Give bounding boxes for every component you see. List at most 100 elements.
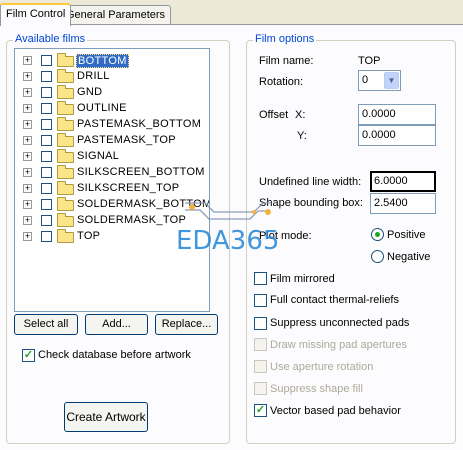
film-tree-item[interactable]: + PASTEMASK_BOTTOM xyxy=(15,117,209,133)
offset-y-field[interactable]: 0.0000 xyxy=(358,125,436,146)
select-all-button[interactable]: Select all xyxy=(14,314,78,335)
film-checkbox[interactable] xyxy=(41,199,52,210)
film-tree-item[interactable]: + SILKSCREEN_TOP xyxy=(15,181,209,197)
film-name: SILKSCREEN_TOP xyxy=(77,182,180,194)
expand-plus-icon[interactable]: + xyxy=(23,232,32,241)
suppress-unconnected-pads-label: Suppress unconnected pads xyxy=(270,317,410,329)
film-tree-item[interactable]: + SOLDERMASK_BOTTOM xyxy=(15,197,210,213)
folder-icon xyxy=(57,53,74,67)
film-checkbox[interactable] xyxy=(41,55,52,66)
rotation-select[interactable]: 0 ▼ xyxy=(358,70,401,91)
folder-icon xyxy=(57,165,74,179)
add-button[interactable]: Add... xyxy=(85,314,148,335)
plot-mode-negative-label: Negative xyxy=(387,251,431,263)
film-checkbox[interactable] xyxy=(41,71,52,82)
check-database-checkbox[interactable]: ✓ xyxy=(22,349,35,362)
folder-icon xyxy=(57,181,74,195)
expand-plus-icon[interactable]: + xyxy=(23,136,32,145)
film-checkbox[interactable] xyxy=(41,167,52,178)
offset-x-label: X: xyxy=(295,109,306,121)
film-name: DRILL xyxy=(77,70,110,82)
expand-plus-icon[interactable]: + xyxy=(23,184,32,193)
plot-mode-positive-radio[interactable] xyxy=(371,228,384,241)
shape-bounding-box-label: Shape bounding box: xyxy=(259,197,363,209)
film-name: SIGNAL xyxy=(77,150,120,162)
create-artwork-button[interactable]: Create Artwork xyxy=(64,402,148,432)
folder-icon xyxy=(57,69,74,83)
expand-plus-icon[interactable]: + xyxy=(23,88,32,97)
offset-x-field[interactable]: 0.0000 xyxy=(358,104,436,125)
film-name: PASTEMASK_BOTTOM xyxy=(77,118,202,130)
film-name: SOLDERMASK_BOTTOM xyxy=(77,198,210,210)
film-checkbox[interactable] xyxy=(41,103,52,114)
offset-y-label: Y: xyxy=(297,130,307,142)
film-tree-item[interactable]: + GND xyxy=(15,85,209,101)
film-name: BOTTOM xyxy=(76,54,129,68)
expand-plus-icon[interactable]: + xyxy=(23,104,32,113)
vector-based-pad-behavior-label: Vector based pad behavior xyxy=(270,405,401,417)
expand-plus-icon[interactable]: + xyxy=(23,72,32,81)
suppress-unconnected-pads-checkbox[interactable] xyxy=(254,317,267,330)
folder-icon xyxy=(57,101,74,115)
film-options-title: Film options xyxy=(253,33,317,45)
check-database-label: Check database before artwork xyxy=(38,349,191,361)
film-tree-item[interactable]: + OUTLINE xyxy=(15,101,209,117)
film-checkbox[interactable] xyxy=(41,87,52,98)
folder-icon xyxy=(57,117,74,131)
film-checkbox[interactable] xyxy=(41,231,52,242)
film-name: OUTLINE xyxy=(77,102,127,114)
expand-plus-icon[interactable]: + xyxy=(23,216,32,225)
shape-bounding-box-field[interactable]: 2.5400 xyxy=(370,193,436,214)
film-checkbox[interactable] xyxy=(41,119,52,130)
draw-missing-pad-apertures-checkbox[interactable] xyxy=(254,338,267,351)
undefined-line-width-field[interactable]: 6.0000 xyxy=(370,171,436,192)
film-name: TOP xyxy=(77,230,101,242)
film-tree-item[interactable]: + SILKSCREEN_BOTTOM xyxy=(15,165,209,181)
folder-icon xyxy=(57,85,74,99)
vector-based-pad-behavior-checkbox[interactable]: ✓ xyxy=(254,404,267,417)
tab-film-control[interactable]: Film Control xyxy=(0,3,72,26)
film-name: SILKSCREEN_BOTTOM xyxy=(77,166,205,178)
use-aperture-rotation-label: Use aperture rotation xyxy=(270,361,374,373)
folder-icon xyxy=(57,197,74,211)
expand-plus-icon[interactable]: + xyxy=(23,120,32,129)
suppress-shape-fill-label: Suppress shape fill xyxy=(270,383,363,395)
folder-icon xyxy=(57,149,74,163)
film-tree-item[interactable]: + SIGNAL xyxy=(15,149,209,165)
film-tree-item[interactable]: + BOTTOM xyxy=(15,53,209,69)
full-contact-thermal-reliefs-checkbox[interactable] xyxy=(254,294,267,307)
film-tree-item[interactable]: + PASTEMASK_TOP xyxy=(15,133,209,149)
plot-mode-negative-radio[interactable] xyxy=(371,250,384,263)
film-checkbox[interactable] xyxy=(41,135,52,146)
tab-general-parameters[interactable]: General Parameters xyxy=(60,5,172,25)
film-tree-item[interactable]: + DRILL xyxy=(15,69,209,85)
undefined-line-width-label: Undefined line width: xyxy=(259,176,362,188)
film-checkbox[interactable] xyxy=(41,151,52,162)
film-checkbox[interactable] xyxy=(41,215,52,226)
film-name: GND xyxy=(77,86,103,98)
film-mirrored-checkbox[interactable] xyxy=(254,272,267,285)
expand-plus-icon[interactable]: + xyxy=(23,168,32,177)
expand-plus-icon[interactable]: + xyxy=(23,152,32,161)
rotation-label: Rotation: xyxy=(259,76,304,88)
folder-icon xyxy=(57,229,74,243)
rotation-value: 0 xyxy=(362,74,369,86)
film-mirrored-label: Film mirrored xyxy=(270,273,335,285)
expand-plus-icon[interactable]: + xyxy=(23,56,32,65)
folder-icon xyxy=(57,133,74,147)
chevron-down-icon[interactable]: ▼ xyxy=(384,72,399,89)
film-name-label: Film name: xyxy=(259,55,314,67)
film-name: SOLDERMASK_TOP xyxy=(77,214,187,226)
replace-button[interactable]: Replace... xyxy=(155,314,218,335)
film-checkbox[interactable] xyxy=(41,183,52,194)
film-name: PASTEMASK_TOP xyxy=(77,134,176,146)
suppress-shape-fill-checkbox[interactable] xyxy=(254,382,267,395)
tab-strip: Film Control General Parameters xyxy=(0,3,463,26)
use-aperture-rotation-checkbox[interactable] xyxy=(254,360,267,373)
full-contact-thermal-reliefs-label: Full contact thermal-reliefs xyxy=(270,294,399,306)
offset-label: Offset xyxy=(259,109,289,121)
expand-plus-icon[interactable]: + xyxy=(23,200,32,209)
draw-missing-pad-apertures-label: Draw missing pad apertures xyxy=(270,339,407,351)
watermark-text: EDA365 xyxy=(176,226,280,256)
films-tree[interactable]: + BOTTOM + DRILL + GND + OUTLINE + PASTEMASK_BOTT… xyxy=(14,48,210,312)
